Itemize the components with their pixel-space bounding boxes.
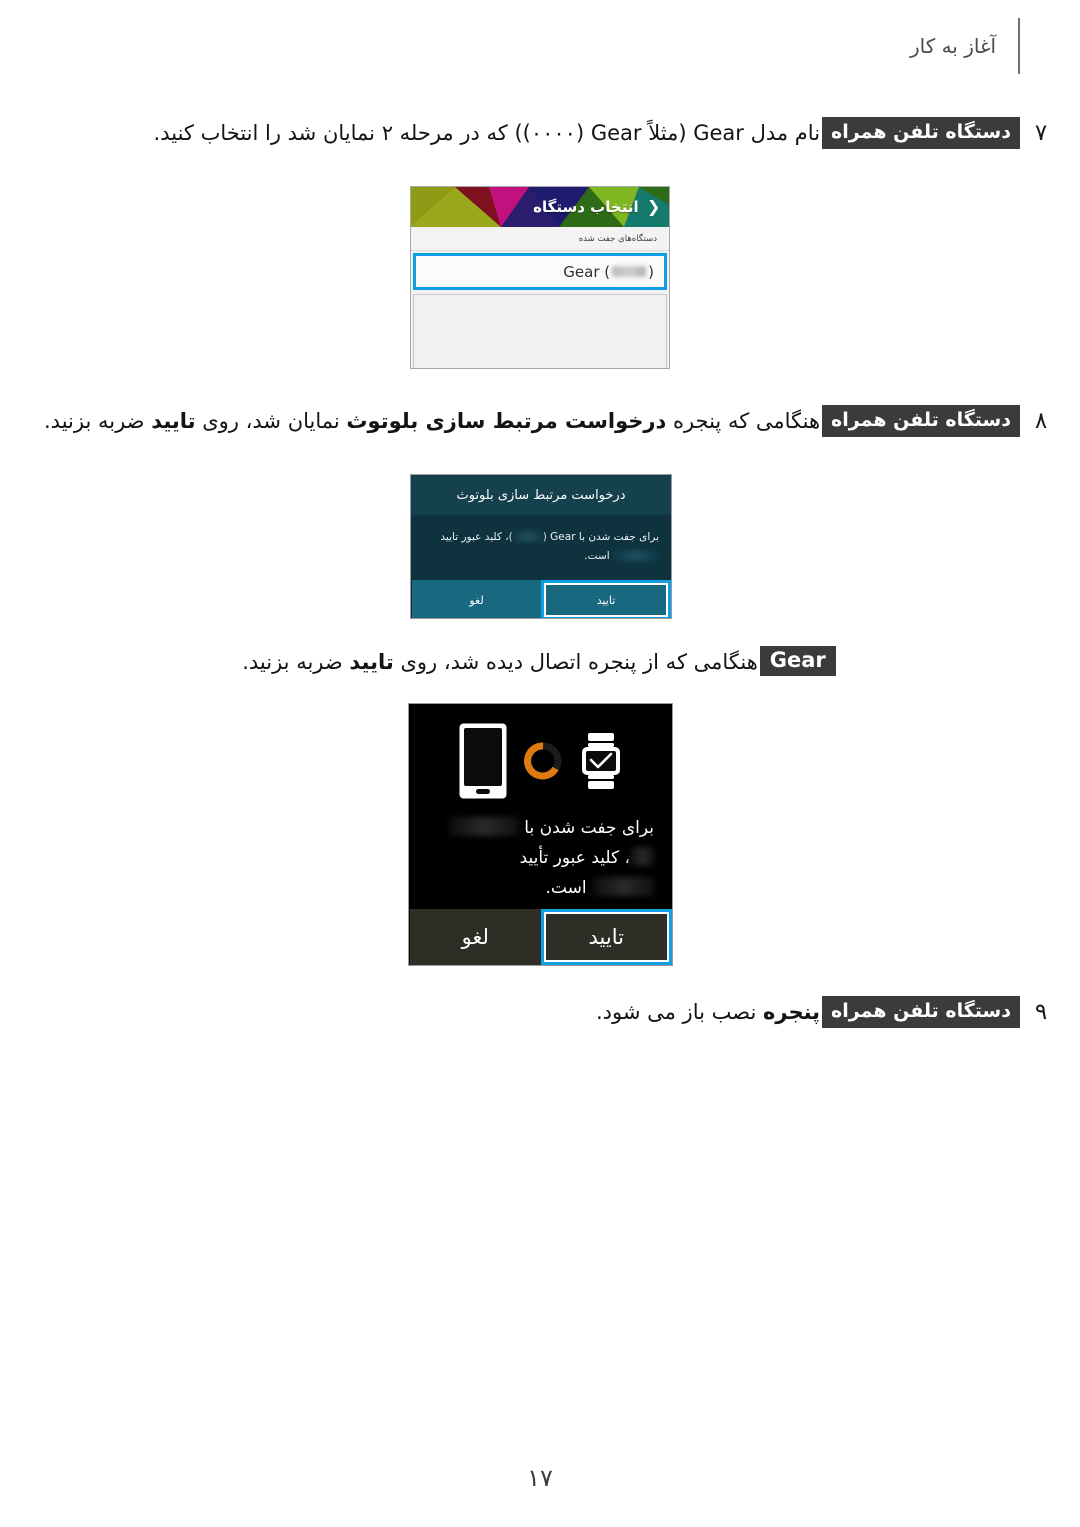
watch-check-icon <box>581 732 620 789</box>
page-number: ۱۷ <box>527 1464 553 1492</box>
step-8-bold-a: درخواست مرتبط سازی بلوتوث <box>346 409 667 433</box>
device-picker-title: انتخاب دستگاه <box>533 198 639 216</box>
step-9: ۹ دستگاه تلفن همراهپنجره نصب باز می شود. <box>0 995 1080 1029</box>
redacted-passkey <box>613 550 659 561</box>
vertical-rule-icon <box>1018 18 1020 74</box>
screenshot-device-picker: ❯ انتخاب دستگاه دستگاه‌های جفت شده Gear … <box>410 186 670 369</box>
step-8-text-c: ضربه بزنید. <box>44 409 152 433</box>
screenshot-bluetooth-pairing-dialog: درخواست مرتبط سازی بلوتوث برای جفت شدن ب… <box>410 474 672 619</box>
step-7-number: ۷ <box>1034 120 1048 146</box>
page-title: آغاز به کار <box>909 34 996 58</box>
step-7-text-a: نام مدل <box>743 121 821 145</box>
bluetooth-dialog-title: درخواست مرتبط سازی بلوتوث <box>411 475 671 516</box>
step-gear-text: Gearهنگامی که از پنجره اتصال دیده شد، رو… <box>242 645 838 679</box>
step-8-text-b: نمایان شد، روی <box>195 409 347 433</box>
device-row-label: Gear () <box>563 263 654 281</box>
gw-body-a: برای جفت شدن با <box>518 818 654 838</box>
step-7-latin-b: Gear <box>590 121 642 145</box>
gw-body-b: ، کلید عبور تأیید <box>519 848 630 868</box>
device-row-gear[interactable]: Gear () <box>413 253 667 290</box>
bluetooth-dialog-body: برای جفت شدن با Gear ( )، کلید عبور تایید… <box>411 516 671 580</box>
screenshot-gear-watch: برای جفت شدن با ، کلید عبور تأیید است. ت… <box>408 703 673 966</box>
step-9-number: ۹ <box>1034 999 1048 1025</box>
redacted-passkey <box>592 877 654 896</box>
bt-body-b: ( <box>542 531 551 543</box>
chevron-back-icon[interactable]: ❯ <box>647 197 660 216</box>
gear-cancel-button[interactable]: لغو <box>409 909 541 965</box>
step-gear: Gearهنگامی که از پنجره اتصال دیده شد، رو… <box>0 645 1080 679</box>
gear-watch-icon-row <box>409 704 672 809</box>
gear-watch-buttons: تایید لغو <box>409 909 672 965</box>
step-8-text-a: هنگامی که پنجره <box>666 409 821 433</box>
device-picker-appbar: ❯ انتخاب دستگاه <box>411 187 669 227</box>
bluetooth-confirm-button[interactable]: تایید <box>541 580 671 618</box>
redacted-device-id <box>512 531 543 542</box>
step-8-badge: دستگاه تلفن همراه <box>822 405 1020 437</box>
step-7-text-b: (مثلاً <box>641 121 694 145</box>
redacted-device-id <box>612 266 647 277</box>
bt-body-a: برای جفت شدن با <box>575 531 659 543</box>
step-8: ۸ دستگاه تلفن همراههنگامی که پنجره درخوا… <box>0 404 1080 438</box>
device-row-label-suffix: ) <box>648 262 654 281</box>
redacted-passkey-part <box>630 847 654 866</box>
step-8-text: دستگاه تلفن همراههنگامی که پنجره درخواست… <box>44 404 1022 438</box>
step-gear-text-b: ضربه بزنید. <box>242 650 350 674</box>
redacted-device-id <box>448 817 519 836</box>
bt-body-latin: Gear <box>550 531 576 543</box>
phone-icon <box>459 723 506 798</box>
step-7-badge: دستگاه تلفن همراه <box>822 117 1020 149</box>
step-8-number: ۸ <box>1034 408 1048 434</box>
step-7-text: دستگاه تلفن همراهنام مدل Gear (مثلاً Gea… <box>154 116 1022 150</box>
gear-confirm-button[interactable]: تایید <box>540 909 672 965</box>
page-header: آغاز به کار <box>0 0 1080 74</box>
paired-devices-section-label: دستگاه‌های جفت شده <box>411 227 669 251</box>
step-9-bold-a: پنجره <box>762 1000 821 1024</box>
step-9-badge: دستگاه تلفن همراه <box>822 996 1020 1028</box>
gear-watch-body: برای جفت شدن با ، کلید عبور تأیید است. <box>409 809 672 909</box>
device-row-label-prefix: Gear ( <box>563 262 611 281</box>
bluetooth-cancel-button[interactable]: لغو <box>411 580 541 618</box>
bt-body-c: )، کلید عبور تایید <box>440 531 513 543</box>
step-gear-text-a: هنگامی که از پنجره اتصال دیده شد، روی <box>393 650 758 674</box>
gw-body-c: است. <box>545 878 592 898</box>
step-9-text: دستگاه تلفن همراهپنجره نصب باز می شود. <box>596 995 1022 1029</box>
step-gear-badge: Gear <box>759 646 836 676</box>
step-8-bold-b: تایید <box>151 409 196 433</box>
step-7-text-c: (۰۰۰۰)) که در مرحله ۲ نمایان شد را انتخا… <box>153 121 591 145</box>
bt-body-d: است. <box>584 550 613 562</box>
step-7: ۷ دستگاه تلفن همراهنام مدل Gear (مثلاً G… <box>0 116 1080 150</box>
step-9-text-a: نصب باز می شود. <box>595 1000 763 1024</box>
bluetooth-dialog-buttons: تایید لغو <box>411 580 671 618</box>
device-list-empty-area <box>413 294 667 368</box>
step-7-latin-a: Gear <box>693 121 744 145</box>
step-gear-bold-a: تایید <box>349 650 394 674</box>
loading-ring-icon <box>523 741 561 779</box>
